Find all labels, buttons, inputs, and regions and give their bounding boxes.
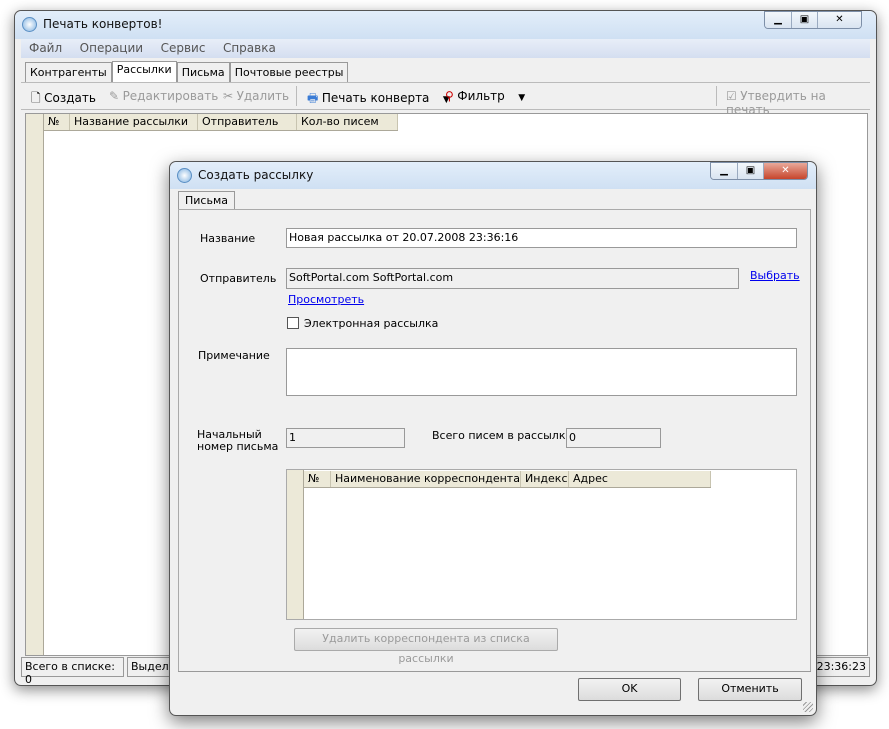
row-indicator-column	[287, 470, 304, 619]
status-time: 23:36:23	[810, 657, 870, 677]
email-checkbox-label: Электронная рассылка	[304, 317, 439, 330]
window-controls: ▁ ▣ ✕	[764, 11, 862, 29]
ok-button[interactable]: OK	[578, 678, 681, 701]
minimize-icon[interactable]: ▁	[765, 12, 791, 28]
toolbar-separator	[716, 86, 717, 106]
col-number[interactable]: №	[44, 114, 70, 130]
dialog-window-controls: ▁ ▣ ✕	[710, 162, 808, 180]
col-index[interactable]: Индекс	[521, 471, 569, 487]
maximize-icon[interactable]: ▣	[737, 163, 763, 179]
printer-icon: 🖶	[307, 91, 319, 105]
start-number-label: Начальный номер письма	[197, 428, 279, 453]
col-letter-count[interactable]: Кол-во писем	[297, 114, 398, 130]
sender-input[interactable]: SoftPortal.com SoftPortal.com	[286, 268, 739, 289]
status-total: Всего в списке: 0	[21, 657, 124, 686]
tab-letters[interactable]: Письма	[178, 191, 235, 210]
minimize-icon[interactable]: ▁	[711, 163, 737, 179]
dialog-titlebar: Создать рассылку ▁ ▣ ✕	[170, 162, 816, 189]
grid-header: № Наименование корреспондента Индекс Адр…	[304, 471, 711, 488]
print-envelope-button[interactable]: 🖶 Печать конверта ▼	[307, 89, 450, 110]
toolbar: 🗋 Создать ✎ Редактировать ✂ Удалить 🖶 Пе…	[21, 82, 870, 117]
tab-contractors[interactable]: Контрагенты	[25, 62, 112, 82]
main-titlebar: Печать конвертов! ▁ ▣ ✕	[15, 11, 876, 39]
col-address[interactable]: Адрес	[569, 471, 711, 487]
email-checkbox[interactable]	[287, 317, 299, 329]
menu-service[interactable]: Сервис	[161, 41, 206, 55]
edit-icon: ✎	[109, 89, 120, 103]
note-label: Примечание	[198, 349, 270, 362]
grid-header: № Название рассылки Отправитель Кол-во п…	[44, 114, 398, 131]
create-button[interactable]: 🗋 Создать	[31, 89, 96, 110]
remove-correspondent-button[interactable]: Удалить корреспондента из списка рассылк…	[294, 628, 558, 665]
menu-help[interactable]: Справка	[223, 41, 276, 55]
choose-sender-link[interactable]: Выбрать	[750, 269, 800, 282]
sender-label: Отправитель	[200, 272, 277, 285]
col-sender[interactable]: Отправитель	[198, 114, 297, 130]
chevron-down-icon[interactable]: ▼	[518, 93, 525, 103]
edit-button[interactable]: ✎ Редактировать	[109, 89, 218, 103]
approve-icon: ☑	[726, 89, 737, 103]
toolbar-separator	[296, 86, 297, 106]
correspondents-grid[interactable]: № Наименование корреспондента Индекс Адр…	[286, 469, 797, 620]
filter-icon: ⚲	[445, 89, 454, 103]
note-textarea[interactable]	[286, 348, 797, 396]
cancel-button[interactable]: Отменить	[698, 678, 802, 701]
row-indicator-column	[26, 114, 44, 655]
dialog-divider	[178, 671, 811, 672]
delete-button[interactable]: ✂ Удалить	[223, 89, 289, 103]
menu-file[interactable]: Файл	[29, 41, 62, 55]
col-number[interactable]: №	[304, 471, 331, 487]
app-icon	[22, 17, 37, 32]
col-correspondent-name[interactable]: Наименование корреспондента	[331, 471, 521, 487]
resize-grip-icon[interactable]	[803, 702, 813, 712]
name-input[interactable]: Новая рассылка от 20.07.2008 23:36:16	[286, 228, 797, 248]
tab-letters[interactable]: Письма	[176, 62, 230, 82]
create-mailing-dialog: Создать рассылку ▁ ▣ ✕ Письма Название Н…	[169, 161, 817, 716]
maximize-icon[interactable]: ▣	[791, 12, 817, 28]
dialog-title: Создать рассылку	[198, 168, 314, 182]
close-icon[interactable]: ✕	[817, 12, 861, 28]
main-tabs: Контрагенты Рассылки Письма Почтовые рее…	[25, 61, 349, 82]
total-letters-input[interactable]: 0	[566, 428, 661, 448]
main-title: Печать конвертов!	[43, 17, 163, 31]
total-letters-label: Всего писем в рассылке	[432, 429, 573, 442]
menu-bar: Файл Операции Сервис Справка	[21, 39, 870, 58]
dialog-icon	[177, 168, 192, 183]
view-sender-link[interactable]: Просмотреть	[288, 293, 364, 306]
tab-mailings[interactable]: Рассылки	[111, 61, 177, 82]
tab-registers[interactable]: Почтовые реестры	[229, 62, 349, 82]
filter-button[interactable]: ⚲ Фильтр ▼	[445, 89, 525, 103]
col-mailing-name[interactable]: Название рассылки	[70, 114, 198, 130]
name-label: Название	[200, 232, 256, 245]
close-icon[interactable]: ✕	[763, 163, 807, 179]
menu-operations[interactable]: Операции	[80, 41, 143, 55]
start-number-input[interactable]: 1	[286, 428, 405, 448]
create-icon: 🗋	[31, 91, 41, 105]
delete-icon: ✂	[223, 89, 234, 103]
